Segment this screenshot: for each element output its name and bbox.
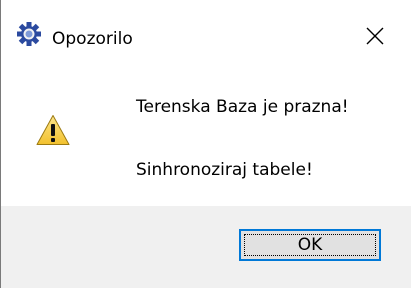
button-bar: OK <box>1 206 411 288</box>
window-title: Opozorilo <box>52 29 133 49</box>
message-box-window: Opozorilo Terenska Baza je prazna! Sinhr… <box>0 0 411 288</box>
message-area: Terenska Baza je prazna! Sinhronoziraj t… <box>1 64 411 206</box>
title-bar: Opozorilo <box>1 0 411 64</box>
message-line-2: Sinhronoziraj tabele! <box>136 160 313 180</box>
gear-icon <box>17 22 41 46</box>
ok-button-label: OK <box>297 235 323 255</box>
message-line-1: Terenska Baza je prazna! <box>136 97 349 117</box>
warning-icon <box>36 115 70 145</box>
ok-button[interactable]: OK <box>239 229 381 261</box>
close-icon <box>366 27 384 45</box>
close-button[interactable] <box>351 14 399 58</box>
